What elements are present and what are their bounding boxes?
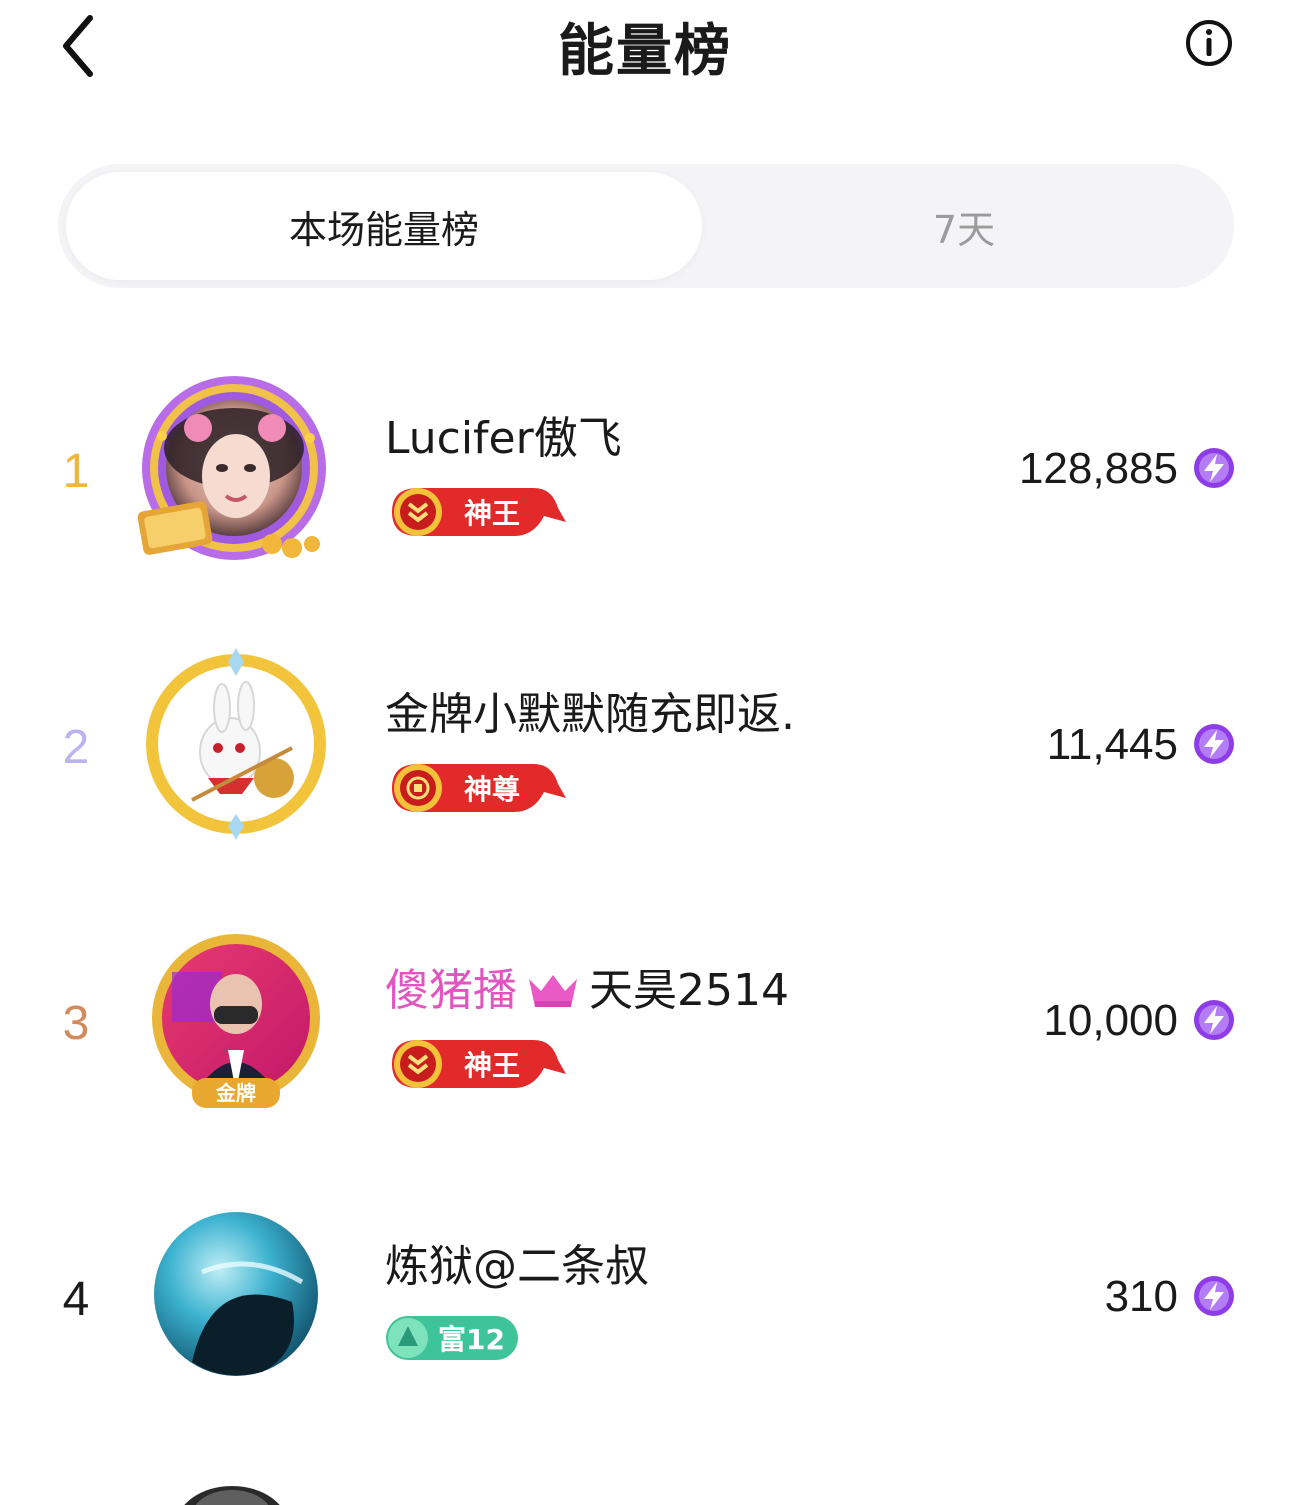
avatar[interactable] bbox=[132, 376, 332, 576]
energy-bolt-icon bbox=[1194, 1276, 1234, 1316]
leaderboard-row[interactable]: 4 炼狱@二条叔 富12 310 bbox=[0, 1186, 1290, 1416]
energy-score: 310 bbox=[1104, 1272, 1178, 1321]
energy-bolt-icon bbox=[1194, 724, 1234, 764]
energy-score: 128,885 bbox=[1018, 444, 1178, 493]
user-name: 傻猪播 天昊2514 bbox=[385, 954, 789, 1022]
avatar[interactable] bbox=[172, 1486, 292, 1505]
avatar-frame-rabbit bbox=[146, 648, 326, 840]
avatar[interactable] bbox=[132, 1212, 332, 1412]
rank-badge: 神尊 bbox=[384, 758, 570, 814]
rank-badge: 神王 bbox=[384, 1034, 570, 1090]
tab-current-session[interactable]: 本场能量榜 bbox=[66, 172, 702, 280]
avatar-frame-gold-medal: 金牌 bbox=[152, 934, 320, 1108]
page-title: 能量榜 bbox=[558, 19, 732, 84]
badge-label: 神尊 bbox=[464, 773, 520, 806]
badge-green: 富12 bbox=[386, 1316, 518, 1360]
user-name: 金牌小默默随充即返. bbox=[385, 689, 795, 740]
rank-number: 3 bbox=[62, 997, 90, 1050]
level-badge: 富12 bbox=[384, 1310, 524, 1366]
avatar-partial bbox=[184, 1486, 280, 1505]
avatar-ocean-wave bbox=[154, 1212, 318, 1376]
user-name-prefix: 傻猪播 bbox=[385, 965, 517, 1016]
user-name: Lucifer傲飞 bbox=[385, 413, 622, 464]
badge-label: 富12 bbox=[438, 1323, 505, 1356]
energy-score: 10,000 bbox=[1043, 996, 1178, 1045]
info-icon bbox=[1186, 20, 1232, 66]
badge-red: 神尊 bbox=[392, 764, 566, 812]
avatar[interactable] bbox=[132, 648, 332, 848]
energy-bolt-icon bbox=[1194, 448, 1234, 488]
tab-7-days[interactable]: 7天 bbox=[702, 172, 1226, 280]
badge-red: 神王 bbox=[392, 488, 566, 536]
energy-bolt-icon bbox=[1194, 1000, 1234, 1040]
energy-leaderboard-page: 能量榜 本场能量榜 7天 1 Lucifer傲飞 神王 128,885 2 金牌… bbox=[0, 0, 1290, 1505]
info-button[interactable] bbox=[1182, 16, 1236, 70]
user-name: 炼狱@二条叔 bbox=[385, 1241, 649, 1292]
badge-red: 神王 bbox=[392, 1040, 566, 1088]
avatar[interactable]: 金牌 bbox=[132, 932, 332, 1132]
leaderboard-row[interactable]: 1 Lucifer傲飞 神王 128,885 bbox=[0, 358, 1290, 588]
rank-number: 2 bbox=[62, 721, 90, 774]
avatar-frame-label: 金牌 bbox=[215, 1081, 256, 1105]
period-tabs: 本场能量榜 7天 bbox=[58, 164, 1234, 288]
user-name-main: 天昊2514 bbox=[589, 965, 789, 1016]
top-bar: 能量榜 bbox=[0, 0, 1290, 90]
crown-icon bbox=[527, 971, 579, 1022]
badge-label: 神王 bbox=[464, 1049, 520, 1082]
rank-number: 1 bbox=[62, 445, 90, 498]
badge-label: 神王 bbox=[464, 497, 520, 530]
avatar-frame-gold-card bbox=[137, 376, 326, 560]
rank-number: 4 bbox=[62, 1273, 90, 1326]
leaderboard-row[interactable]: 3 金牌 傻猪播 天昊2514 神王 10,000 bbox=[0, 910, 1290, 1140]
leaderboard-row[interactable]: 2 金牌小默默随充即返. 神尊 11,445 bbox=[0, 634, 1290, 864]
energy-score: 11,445 bbox=[1046, 720, 1178, 769]
rank-badge: 神王 bbox=[384, 482, 570, 538]
